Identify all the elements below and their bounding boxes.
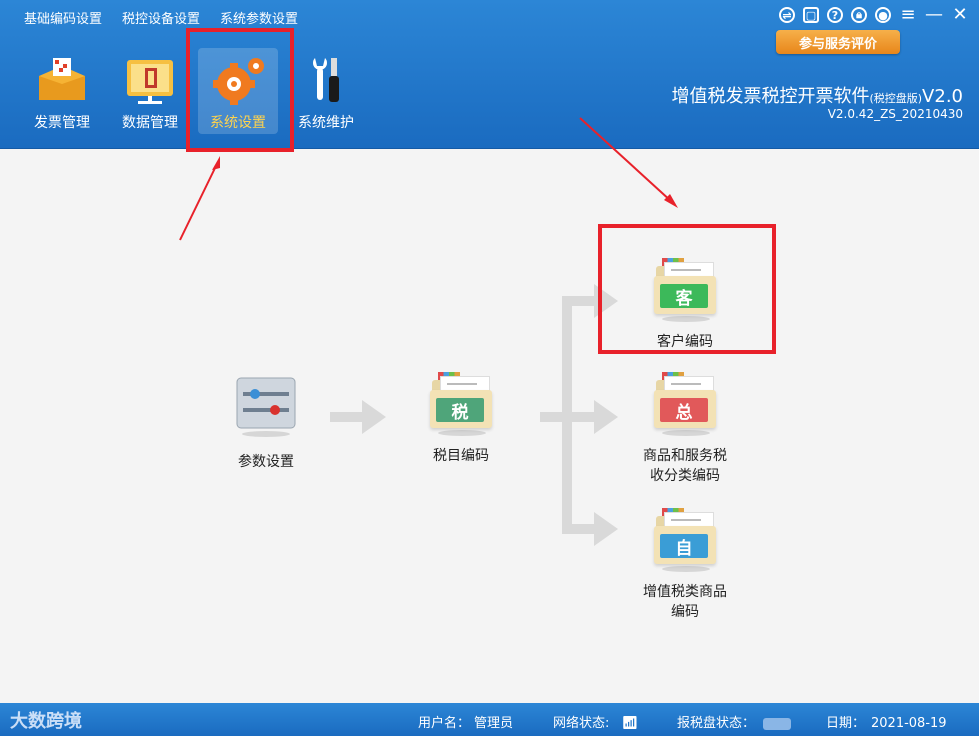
app-title: 增值税发票税控开票软件(税控盘版)V2.0 [671,86,963,107]
toolbar-invoice-management[interactable]: 发票管理 [22,48,102,134]
window-controls: ⇌ ▢ ? 🔒︎ ● ≡ — ✕ [779,6,969,24]
user-status: 用户名： 管理员 [418,716,514,731]
customer-coding-label: 客户编码 [657,334,713,350]
toolbar-system-maintenance[interactable]: 系统维护 [286,48,366,134]
folder-icon: 总 [654,372,716,436]
document-icon[interactable]: ▢ [803,7,819,23]
user-icon[interactable]: ● [875,7,891,23]
folder-icon: 自 [654,508,716,572]
help-icon[interactable]: ? [827,7,843,23]
tax-disk-status: 报税盘状态： [677,712,792,731]
tax-item-coding-node[interactable]: 税 税目编码 [414,372,508,466]
tax-item-label: 税目编码 [433,448,489,464]
wifi-icon: 📶︎ [621,716,639,731]
folder-badge: 客 [660,284,708,309]
status-bar: 大数跨境 用户名： 管理员 网络状态: 📶︎ 报税盘状态： 日期： 2021-08-… [0,703,979,736]
goods-label-line2: 收分类编码 [650,468,720,484]
menu-system-params[interactable]: 系统参数设置 [220,8,298,27]
service-evaluation-button[interactable]: 参与服务评价 [776,30,900,54]
vat-goods-label-line2: 编码 [671,604,699,620]
lock-icon[interactable]: 🔒︎ [851,7,867,23]
brand-watermark: 大数跨境 [10,711,82,732]
exchange-icon[interactable]: ⇌ [779,7,795,23]
toolbar-label: 发票管理 [34,115,90,131]
tax-disk-icon [763,717,792,730]
folder-badge: 总 [660,398,708,423]
vat-goods-coding-node[interactable]: 自 增值税类商品 编码 [626,508,744,622]
invoice-box-icon [39,58,85,100]
toolbar-label: 数据管理 [122,115,178,131]
app-header: 基础编码设置 税控设备设置 系统参数设置 ⇌ ▢ ? 🔒︎ ● ≡ — ✕ 参与… [0,0,979,149]
toolbar-label: 系统设置 [210,115,266,131]
goods-tax-classification-node[interactable]: 总 商品和服务税 收分类编码 [626,372,744,486]
date-status: 日期： 2021-08-19 [826,716,947,731]
param-settings-label: 参数设置 [238,454,294,470]
menu-tax-device[interactable]: 税控设备设置 [122,8,200,27]
folder-badge: 税 [436,398,484,423]
app-version: V2.0.42_ZS_20210430 [827,107,963,121]
folder-badge: 自 [660,534,708,559]
minimize-icon[interactable]: — [925,6,943,24]
hamburger-icon[interactable]: ≡ [899,6,917,24]
folder-icon: 税 [430,372,492,436]
close-icon[interactable]: ✕ [951,6,969,24]
top-menu: 基础编码设置 税控设备设置 系统参数设置 [0,8,298,27]
vat-goods-label-line1: 增值税类商品 [643,584,727,600]
toolbar-data-management[interactable]: 数据管理 [110,48,190,134]
param-settings-node[interactable]: 参数设置 [220,376,312,472]
sliders-icon [236,377,296,437]
network-status: 网络状态: 📶︎ [553,716,639,731]
toolbar-label: 系统维护 [298,115,354,131]
gear-icon [213,58,264,105]
menu-basic-coding[interactable]: 基础编码设置 [24,8,102,27]
tools-icon [313,58,339,102]
toolbar-system-settings[interactable]: 系统设置 [198,48,278,134]
customer-coding-node[interactable]: 客 客户编码 [638,258,732,352]
data-folder-icon [127,60,173,104]
goods-label-line1: 商品和服务税 [643,448,727,464]
folder-icon: 客 [654,258,716,322]
